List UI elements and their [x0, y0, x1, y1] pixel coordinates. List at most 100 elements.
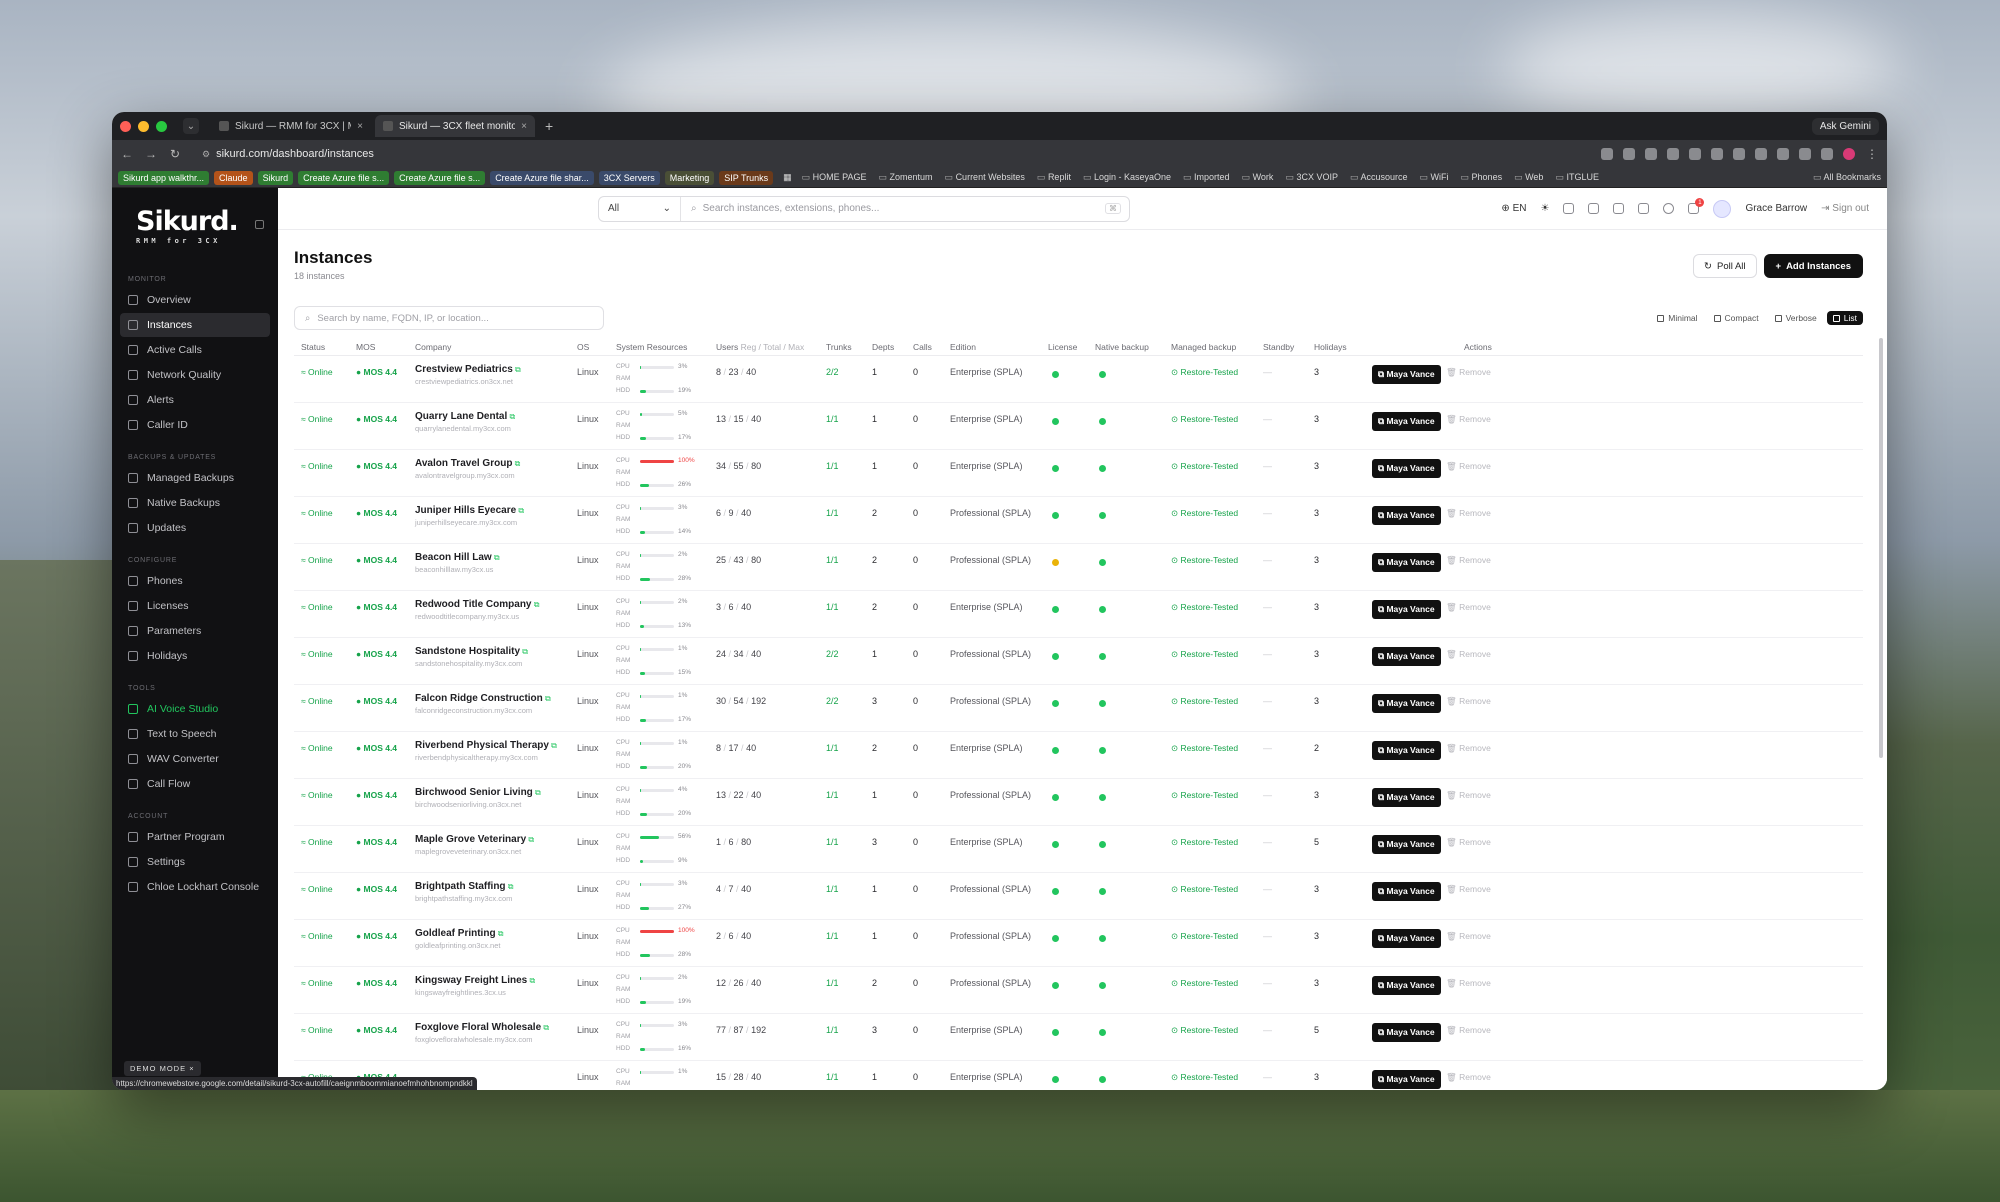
calendar-icon[interactable]	[1563, 203, 1575, 214]
sidebar-item-partner-program[interactable]: Partner Program	[120, 825, 270, 849]
back-icon[interactable]: ←	[120, 147, 134, 161]
search-scope-select[interactable]: All ⌄	[599, 196, 681, 221]
table-row[interactable]: ≈ Online ● MOS 4.4 Foxglove Floral Wholesa…	[294, 1014, 1863, 1061]
sidebar-item-network-quality[interactable]: Network Quality	[120, 363, 270, 387]
sidebar-item-call-flow[interactable]: Call Flow	[120, 772, 270, 796]
extension-icon[interactable]	[1733, 148, 1745, 160]
view-compact-toggle[interactable]: Compact	[1708, 311, 1765, 325]
company-cell[interactable]: Crestview Pediatrics ⧉ crestviewpediatric…	[415, 364, 521, 386]
reload-icon[interactable]: ↻	[168, 147, 182, 161]
sidebar-item-settings[interactable]: Settings	[120, 850, 270, 874]
remove-button[interactable]: 🗑 Remove	[1446, 602, 1491, 613]
bookmark-folder[interactable]: Web	[1514, 172, 1543, 183]
site-info-icon[interactable]: ⚙	[202, 149, 210, 160]
browser-tab[interactable]: Sikurd — 3CX fleet monitorin ×	[375, 115, 535, 137]
company-cell[interactable]: Beacon Hill Law ⧉ beaconhilllaw.my3cx.us	[415, 552, 500, 574]
open-instance-button[interactable]: ⧉ Maya Vance	[1372, 600, 1441, 619]
sidebar-item-alerts[interactable]: Alerts	[120, 388, 270, 412]
sidebar-item-managed-backups[interactable]: Managed Backups	[120, 466, 270, 490]
bookmark-folder[interactable]: Phones	[1461, 172, 1503, 183]
forward-icon[interactable]: →	[144, 147, 158, 161]
new-tab-button[interactable]: +	[545, 118, 553, 134]
cast-icon[interactable]	[1601, 148, 1613, 160]
managed-backup-status[interactable]: ⊙ Restore-Tested	[1171, 649, 1238, 660]
managed-backup-status[interactable]: ⊙ Restore-Tested	[1171, 1072, 1238, 1083]
table-row[interactable]: ≈ Online ● MOS 4.4 Avalon Travel Group ⧉ av…	[294, 450, 1863, 497]
remove-button[interactable]: 🗑 Remove	[1446, 367, 1491, 378]
company-name[interactable]: Kingsway Freight Lines ⧉	[415, 975, 535, 986]
external-link-icon[interactable]: ⧉	[513, 365, 521, 374]
managed-backup-status[interactable]: ⊙ Restore-Tested	[1171, 884, 1238, 895]
sidebar-item-holidays[interactable]: Holidays	[120, 644, 270, 668]
user-name[interactable]: Grace Barrow	[1745, 203, 1807, 214]
bookmark-star-icon[interactable]	[1623, 148, 1635, 160]
company-name[interactable]: Birchwood Senior Living ⧉	[415, 787, 541, 798]
bookmark-folder[interactable]: Login - KaseyaOne	[1083, 172, 1171, 183]
external-link-icon[interactable]: ⧉	[492, 553, 500, 562]
company-name[interactable]: Sandstone Hospitality ⧉	[415, 646, 528, 657]
managed-backup-status[interactable]: ⊙ Restore-Tested	[1171, 461, 1238, 472]
company-name[interactable]: Maple Grove Veterinary ⧉	[415, 834, 534, 845]
open-instance-button[interactable]: ⧉ Maya Vance	[1372, 553, 1441, 572]
remove-button[interactable]: 🗑 Remove	[1446, 790, 1491, 801]
column-header-depts[interactable]: Depts	[872, 342, 894, 352]
external-link-icon[interactable]: ⧉	[533, 788, 541, 797]
table-row[interactable]: ≈ Online ● MOS 4.4 Maple Grove Veterinary …	[294, 826, 1863, 873]
managed-backup-status[interactable]: ⊙ Restore-Tested	[1171, 696, 1238, 707]
instance-filter-input[interactable]: ⌕ Search by name, FQDN, IP, or location.…	[294, 306, 604, 330]
vertical-scrollbar[interactable]	[1879, 338, 1883, 758]
bookmark-item[interactable]: Create Azure file s...	[298, 170, 390, 185]
managed-backup-status[interactable]: ⊙ Restore-Tested	[1171, 743, 1238, 754]
extension-icon[interactable]	[1777, 148, 1789, 160]
managed-backup-status[interactable]: ⊙ Restore-Tested	[1171, 790, 1238, 801]
managed-backup-status[interactable]: ⊙ Restore-Tested	[1171, 414, 1238, 425]
open-instance-button[interactable]: ⧉ Maya Vance	[1372, 694, 1441, 713]
bookmark-folder[interactable]: WiFi	[1420, 172, 1449, 183]
remove-button[interactable]: 🗑 Remove	[1446, 884, 1491, 895]
managed-backup-status[interactable]: ⊙ Restore-Tested	[1171, 978, 1238, 989]
company-name[interactable]: Beacon Hill Law ⧉	[415, 552, 500, 563]
close-tab-icon[interactable]: ×	[521, 121, 527, 132]
column-header-users[interactable]: Users Reg / Total / Max	[716, 342, 804, 352]
apps-grid-icon[interactable]: ▦	[783, 172, 792, 183]
bookmark-folder[interactable]: Zomentum	[879, 172, 933, 183]
external-link-icon[interactable]: ⧉	[520, 647, 528, 656]
open-instance-button[interactable]: ⧉ Maya Vance	[1372, 741, 1441, 760]
open-instance-button[interactable]: ⧉ Maya Vance	[1372, 506, 1441, 525]
table-row[interactable]: ≈ Online● MOS 4.4LinuxCPU1%RAMHDD0%15 / …	[294, 1061, 1863, 1090]
company-name[interactable]: Falcon Ridge Construction ⧉	[415, 693, 551, 704]
company-name[interactable]: Avalon Travel Group ⧉	[415, 458, 520, 469]
bookmark-folder[interactable]: Replit	[1037, 172, 1071, 183]
company-name[interactable]: Riverbend Physical Therapy ⧉	[415, 740, 557, 751]
column-header-system-resources[interactable]: System Resources	[616, 342, 687, 352]
remove-button[interactable]: 🗑 Remove	[1446, 414, 1491, 425]
extension-icon[interactable]	[1755, 148, 1767, 160]
view-verbose-toggle[interactable]: Verbose	[1769, 311, 1823, 325]
help-icon[interactable]	[1663, 203, 1675, 214]
company-cell[interactable]: Goldleaf Printing ⧉ goldleafprinting.on3c…	[415, 928, 504, 950]
table-row[interactable]: ≈ Online ● MOS 4.4 Sandstone Hospitality ⧉…	[294, 638, 1863, 685]
close-window-button[interactable]	[120, 120, 131, 132]
column-header-native-backup[interactable]: Native backup	[1095, 342, 1149, 352]
language-selector[interactable]: ⊕ EN	[1501, 203, 1526, 214]
column-header-company[interactable]: Company	[415, 342, 451, 352]
company-cell[interactable]: Maple Grove Veterinary ⧉ maplegroveveteri…	[415, 834, 534, 856]
logo[interactable]: Sikurd. RMM for 3CX	[112, 188, 278, 260]
sidebar-item-overview[interactable]: Overview	[120, 288, 270, 312]
column-header-managed-backup[interactable]: Managed backup	[1171, 342, 1236, 352]
external-link-icon[interactable]: ⧉	[543, 694, 551, 703]
tab-search-icon[interactable]: ⌄	[183, 118, 199, 134]
column-header-license[interactable]: License	[1048, 342, 1077, 352]
bookmark-item[interactable]: Create Azure file shar...	[490, 170, 594, 185]
company-name[interactable]: Quarry Lane Dental ⧉	[415, 411, 515, 422]
remove-button[interactable]: 🗑 Remove	[1446, 931, 1491, 942]
bookmark-item[interactable]: Sikurd	[257, 170, 294, 185]
table-row[interactable]: ≈ Online ● MOS 4.4 Crestview Pediatrics ⧉ c…	[294, 356, 1863, 403]
column-header-trunks[interactable]: Trunks	[826, 342, 852, 352]
view-list-toggle[interactable]: List	[1826, 311, 1863, 325]
extension-icon[interactable]	[1689, 148, 1701, 160]
close-icon[interactable]: ×	[189, 1064, 194, 1073]
table-row[interactable]: ≈ Online ● MOS 4.4 Quarry Lane Dental ⧉ qua…	[294, 403, 1863, 450]
company-cell[interactable]: Juniper Hills Eyecare ⧉ juniperhillseyeca…	[415, 505, 524, 527]
column-header-standby[interactable]: Standby	[1263, 342, 1294, 352]
